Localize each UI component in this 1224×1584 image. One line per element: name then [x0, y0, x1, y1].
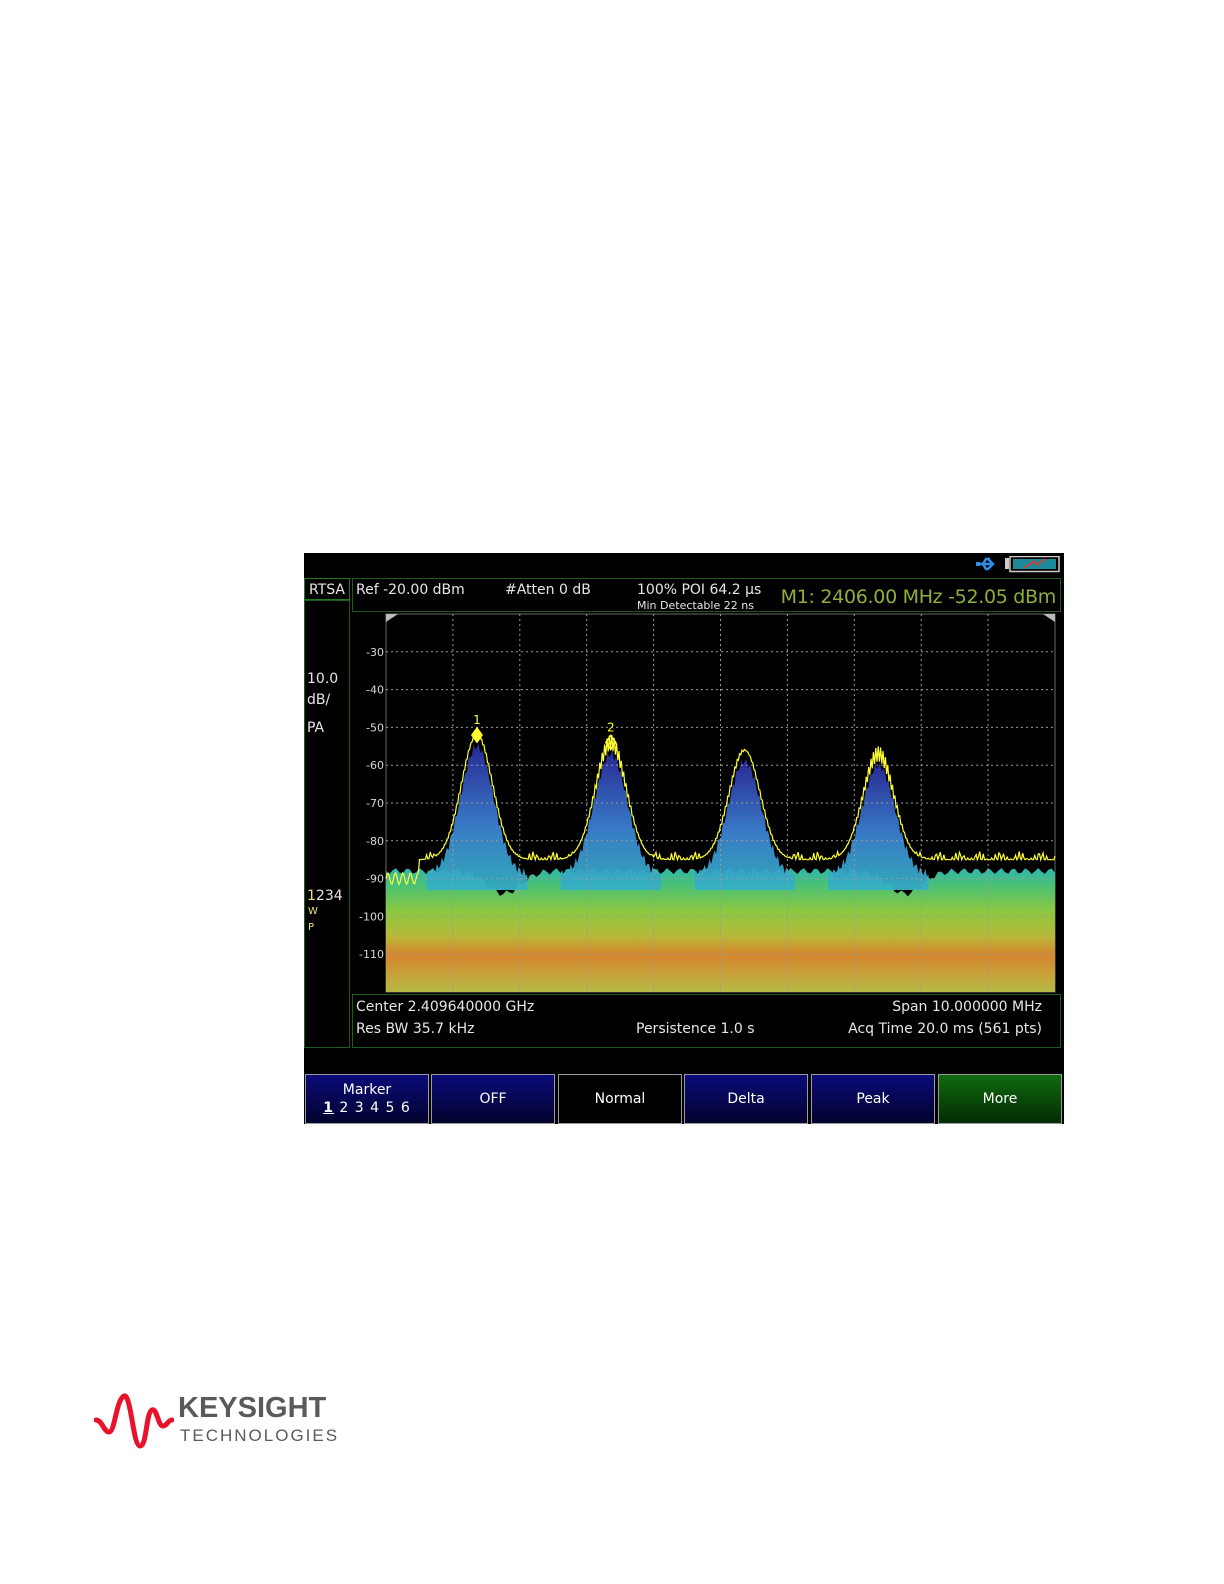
y-tick-label: -40 [366, 684, 384, 697]
battery-icon [1005, 556, 1060, 573]
scale-value: 10.0 [307, 671, 339, 687]
softkey-more[interactable]: More [938, 1074, 1062, 1124]
softkey-off-label: OFF [479, 1091, 507, 1107]
poi-label: 100% POI 64.2 µs [637, 582, 762, 598]
y-tick-label: -100 [359, 910, 384, 923]
brand-sub: TECHNOLOGIES [180, 1426, 340, 1445]
acq-time[interactable]: Acq Time 20.0 ms (561 pts) [848, 1021, 1042, 1037]
other-marker-numbers: 2 3 4 5 6 [339, 1100, 411, 1116]
brand-name: KEYSIGHT [178, 1392, 327, 1424]
softkey-peak-label: Peak [856, 1091, 890, 1107]
scale-unit: dB/ [307, 692, 331, 708]
y-tick-label: -50 [366, 721, 384, 734]
softkey-more-label: More [982, 1091, 1018, 1107]
analyzer-screen: RTSA 10.0 dB/ PA 1234 W P Ref -20.00 dBm… [304, 553, 1064, 1124]
attenuation[interactable]: #Atten 0 dB [505, 582, 591, 598]
spectrum-plot[interactable]: -30 -40 -50 -60 -70 -80 -90 -100 -110 1 2 [352, 612, 1061, 994]
marker-label-2: 2 [607, 721, 615, 735]
top-info-bar: Ref -20.00 dBm #Atten 0 dB 100% POI 64.2… [352, 578, 1061, 612]
selected-marker-number: 1 [323, 1100, 334, 1116]
bottom-info-bar: Center 2.409640000 GHz Span 10.000000 MH… [352, 994, 1061, 1048]
detector-label: PA [307, 720, 325, 736]
y-tick-label: -80 [366, 835, 384, 848]
keysight-logo: KEYSIGHT TECHNOLOGIES [94, 1390, 354, 1450]
y-tick-label: -60 [366, 759, 384, 772]
trace-2[interactable]: 2 [316, 888, 325, 904]
softkey-normal[interactable]: Normal [558, 1074, 682, 1124]
res-bw[interactable]: Res BW 35.7 kHz [356, 1021, 474, 1037]
softkey-bar: Marker 1 2 3 4 5 6 OFF Normal Delta Peak… [304, 1074, 1064, 1124]
softkey-marker[interactable]: Marker 1 2 3 4 5 6 [305, 1074, 429, 1124]
marker-label-1: 1 [473, 713, 481, 727]
trace-detector: P [308, 922, 315, 933]
y-tick-label: -110 [359, 948, 384, 961]
status-bar [304, 553, 1064, 575]
trace-4[interactable]: 4 [334, 888, 343, 904]
trace-3[interactable]: 3 [325, 888, 334, 904]
y-tick-label: -90 [366, 873, 384, 886]
softkey-delta[interactable]: Delta [684, 1074, 808, 1124]
keysight-wave-icon [94, 1393, 174, 1449]
softkey-off[interactable]: OFF [431, 1074, 555, 1124]
y-tick-label: -30 [366, 646, 384, 659]
trace-1[interactable]: 1 [307, 888, 316, 904]
softkey-marker-numbers: 1 2 3 4 5 6 [306, 1099, 428, 1117]
persistence[interactable]: Persistence 1.0 s [636, 1021, 755, 1037]
trace-type: W [308, 906, 318, 917]
min-detectable: Min Detectable 22 ns [637, 599, 754, 612]
softkey-delta-label: Delta [727, 1091, 765, 1107]
left-panel: 10.0 dB/ PA 1234 W P [304, 600, 350, 1048]
span[interactable]: Span 10.000000 MHz [892, 999, 1042, 1015]
softkey-normal-label: Normal [594, 1091, 646, 1107]
marker-readout: M1: 2406.00 MHz -52.05 dBm [780, 586, 1057, 608]
usb-icon [976, 557, 995, 571]
mode-badge[interactable]: RTSA [304, 578, 350, 600]
ref-level[interactable]: Ref -20.00 dBm [356, 582, 465, 598]
softkey-marker-label: Marker [342, 1082, 392, 1098]
center-frequency[interactable]: Center 2.409640000 GHz [356, 999, 534, 1015]
trace-indicator: 1234 [307, 888, 343, 904]
y-tick-label: -70 [366, 797, 384, 810]
softkey-peak[interactable]: Peak [811, 1074, 935, 1124]
